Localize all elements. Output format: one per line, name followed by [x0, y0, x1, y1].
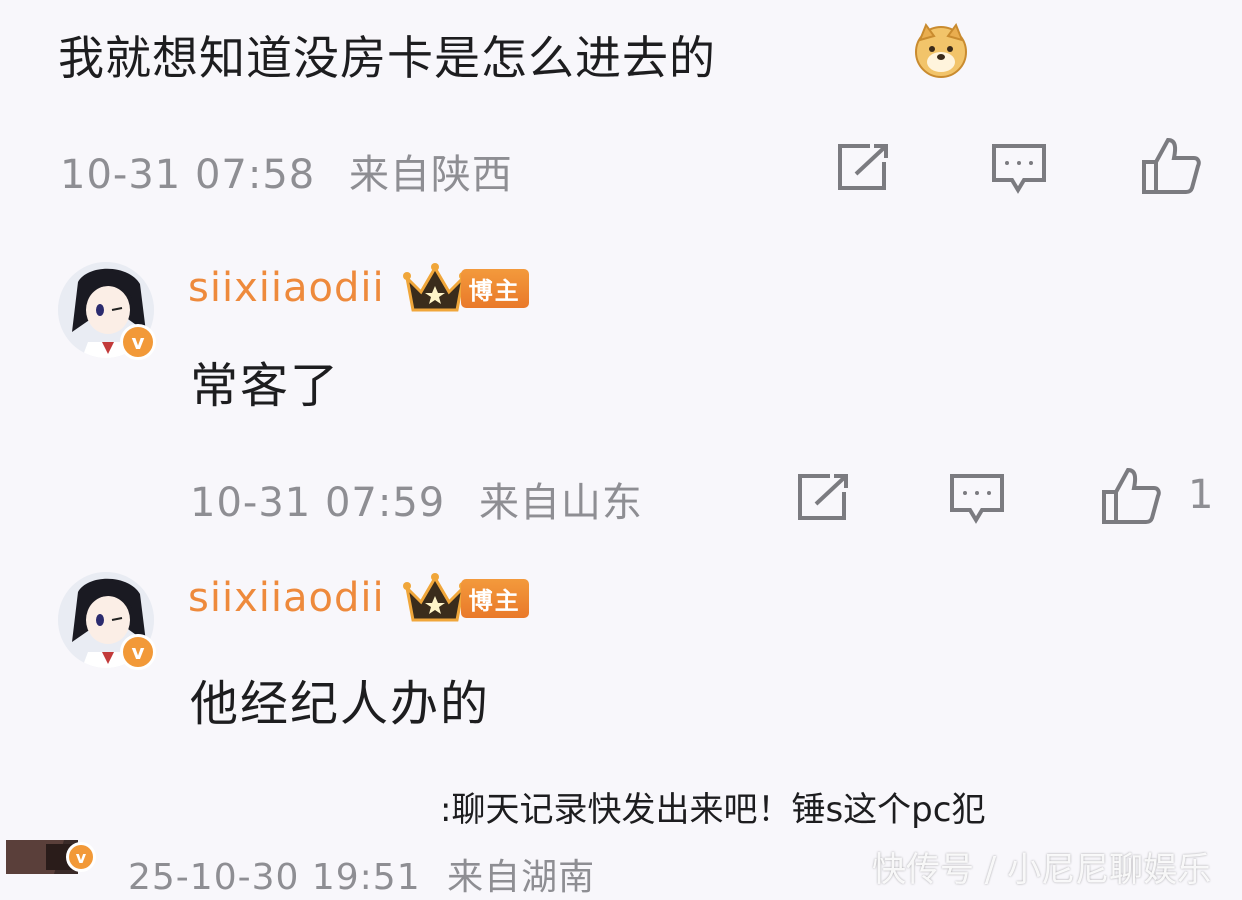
location: 来自山东 — [478, 480, 643, 526]
top-comment-meta: 10-31 07:58 来自陕西 — [60, 142, 513, 200]
timestamp: 25-10-30 19:51 — [128, 857, 421, 898]
crown-icon — [402, 262, 467, 314]
like-count: 1 — [1188, 472, 1214, 518]
overlay-comment-text: :聊天记录快发出来吧！锤s这个pc犯 — [440, 790, 986, 830]
username[interactable]: siixiiaodii — [188, 575, 385, 621]
blogger-badge: 博主 — [460, 578, 529, 618]
timestamp: 10-31 07:58 — [60, 152, 316, 198]
reply-text: 他经纪人办的 — [190, 676, 491, 732]
share-icon[interactable] — [836, 142, 892, 192]
comment-icon[interactable] — [990, 142, 1048, 196]
verified-icon: v — [120, 324, 156, 360]
doge-emoji-icon — [912, 22, 970, 80]
reply-header: siixiiaodii 博主 — [188, 572, 529, 624]
thumbs-up-icon[interactable] — [1100, 466, 1162, 526]
verified-icon: v — [120, 634, 156, 670]
location: 来自陕西 — [348, 152, 513, 198]
reply-header: siixiiaodii 博主 — [188, 262, 529, 314]
reply-text: 常客了 — [190, 358, 341, 414]
crown-icon — [402, 572, 467, 624]
thumbs-up-icon[interactable] — [1140, 136, 1202, 196]
location: 来自湖南 — [447, 857, 596, 898]
comment-icon[interactable] — [948, 472, 1006, 526]
username[interactable]: siixiiaodii — [188, 265, 385, 311]
reply-meta: 10-31 07:59 来自山东 — [190, 470, 643, 528]
share-icon[interactable] — [796, 472, 852, 522]
verified-icon: v — [66, 842, 96, 872]
overlay-comment-meta: 25-10-30 19:51 来自湖南 — [128, 848, 595, 900]
top-comment-text: 我就想知道没房卡是怎么进去的 — [58, 31, 716, 85]
blogger-badge: 博主 — [460, 268, 529, 308]
timestamp: 10-31 07:59 — [190, 480, 446, 526]
watermark: 快传号 / 小尼尼聊娱乐 — [872, 850, 1212, 890]
